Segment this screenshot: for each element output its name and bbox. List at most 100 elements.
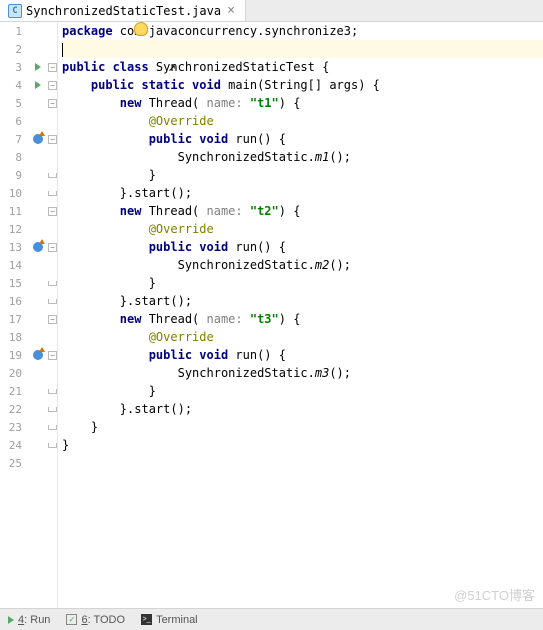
override-gutter-icon[interactable]: [33, 242, 43, 252]
line-number: 18: [0, 331, 28, 344]
run-tool-button[interactable]: 4: Run: [8, 614, 50, 626]
code-line[interactable]: public void run() {: [62, 238, 543, 256]
override-gutter-icon[interactable]: [33, 134, 43, 144]
gutter-row: 15: [0, 274, 57, 292]
code-line[interactable]: public void run() {: [62, 346, 543, 364]
fold-end-icon[interactable]: [48, 443, 57, 448]
line-number: 24: [0, 439, 28, 452]
gutter-row: 22: [0, 400, 57, 418]
fold-region: −: [48, 99, 57, 108]
fold-region: [48, 173, 57, 178]
run-gutter-icon[interactable]: [35, 81, 41, 89]
code-line[interactable]: }: [62, 418, 543, 436]
code-line[interactable]: }: [62, 166, 543, 184]
gutter-row: 13 −: [0, 238, 57, 256]
line-number: 6: [0, 115, 28, 128]
gutter-row: 21: [0, 382, 57, 400]
gutter-row: 18: [0, 328, 57, 346]
code-line[interactable]: public void run() {: [62, 130, 543, 148]
code-line[interactable]: new Thread( name: "t1") {: [62, 94, 543, 112]
code-line[interactable]: public static void main(String[] args) {: [62, 76, 543, 94]
fold-collapse-icon[interactable]: −: [48, 207, 57, 216]
code-line[interactable]: }: [62, 274, 543, 292]
fold-collapse-icon[interactable]: −: [48, 315, 57, 324]
terminal-tool-button[interactable]: >_ Terminal: [141, 614, 198, 626]
fold-end-icon[interactable]: [48, 281, 57, 286]
line-number: 12: [0, 223, 28, 236]
editor-tab-bar: C SynchronizedStaticTest.java ×: [0, 0, 543, 22]
fold-region: [48, 299, 57, 304]
line-number: 23: [0, 421, 28, 434]
gutter-row: 5−: [0, 94, 57, 112]
close-icon[interactable]: ×: [225, 3, 237, 18]
intention-bulb-icon[interactable]: [134, 22, 148, 36]
fold-end-icon[interactable]: [48, 407, 57, 412]
line-number: 10: [0, 187, 28, 200]
fold-region: −: [48, 207, 57, 216]
code-line[interactable]: SynchronizedStatic.m1();: [62, 148, 543, 166]
gutter-row: 3−: [0, 58, 57, 76]
code-line[interactable]: [62, 40, 543, 58]
line-number: 3: [0, 61, 28, 74]
line-number: 15: [0, 277, 28, 290]
code-line[interactable]: }.start();: [62, 184, 543, 202]
line-number: 19: [0, 349, 28, 362]
code-line[interactable]: SynchronizedStatic.m3();: [62, 364, 543, 382]
watermark: @51CTO博客: [454, 585, 535, 604]
gutter-row: 6: [0, 112, 57, 130]
code-line[interactable]: }.start();: [62, 400, 543, 418]
fold-end-icon[interactable]: [48, 425, 57, 430]
code-line[interactable]: new Thread( name: "t2") {: [62, 202, 543, 220]
fold-collapse-icon[interactable]: −: [48, 81, 57, 90]
terminal-icon: >_: [141, 614, 152, 625]
line-number: 4: [0, 79, 28, 92]
code-line[interactable]: @Override: [62, 220, 543, 238]
gutter-icon-slot: [28, 242, 48, 252]
run-gutter-icon[interactable]: [35, 63, 41, 71]
fold-collapse-icon[interactable]: −: [48, 351, 57, 360]
todo-tool-button[interactable]: ✓ 6: TODO: [66, 614, 125, 626]
fold-end-icon[interactable]: [48, 299, 57, 304]
override-gutter-icon[interactable]: [33, 350, 43, 360]
tab-filename: SynchronizedStaticTest.java: [26, 4, 221, 18]
fold-region: [48, 281, 57, 286]
code-line[interactable]: }: [62, 436, 543, 454]
fold-collapse-icon[interactable]: −: [48, 63, 57, 72]
code-line[interactable]: [62, 454, 543, 472]
tool-window-bar: 4: Run ✓ 6: TODO >_ Terminal: [0, 608, 543, 630]
todo-icon: ✓: [66, 614, 77, 625]
code-line[interactable]: @Override: [62, 112, 543, 130]
gutter-row: 16: [0, 292, 57, 310]
line-number: 16: [0, 295, 28, 308]
code-line[interactable]: new Thread( name: "t3") {: [62, 310, 543, 328]
code-area[interactable]: package com.javaconcurrency.synchronize3…: [58, 22, 543, 608]
fold-end-icon[interactable]: [48, 389, 57, 394]
gutter-row: 19 −: [0, 346, 57, 364]
line-number: 5: [0, 97, 28, 110]
fold-region: −: [48, 315, 57, 324]
fold-collapse-icon[interactable]: −: [48, 243, 57, 252]
code-line[interactable]: }.start();: [62, 292, 543, 310]
line-number: 9: [0, 169, 28, 182]
line-number: 2: [0, 43, 28, 56]
line-number: 7: [0, 133, 28, 146]
line-number: 13: [0, 241, 28, 254]
line-number: 21: [0, 385, 28, 398]
gutter-row: 7−: [0, 130, 57, 148]
gutter-row: 9: [0, 166, 57, 184]
gutter-row: 4−: [0, 76, 57, 94]
fold-end-icon[interactable]: [48, 173, 57, 178]
fold-region: −: [48, 351, 57, 360]
file-tab[interactable]: C SynchronizedStaticTest.java ×: [0, 0, 246, 21]
gutter-row: 24: [0, 436, 57, 454]
fold-collapse-icon[interactable]: −: [48, 99, 57, 108]
fold-region: [48, 389, 57, 394]
fold-collapse-icon[interactable]: −: [48, 135, 57, 144]
code-line[interactable]: @Override: [62, 328, 543, 346]
code-line[interactable]: SynchronizedStatic.m2();: [62, 256, 543, 274]
code-line[interactable]: public class SynchronizedStaticTest {: [62, 58, 543, 76]
java-class-icon: C: [8, 4, 22, 18]
code-line[interactable]: }: [62, 382, 543, 400]
code-editor[interactable]: 123−4−5−67−891011−1213−14151617−1819−202…: [0, 22, 543, 608]
fold-end-icon[interactable]: [48, 191, 57, 196]
